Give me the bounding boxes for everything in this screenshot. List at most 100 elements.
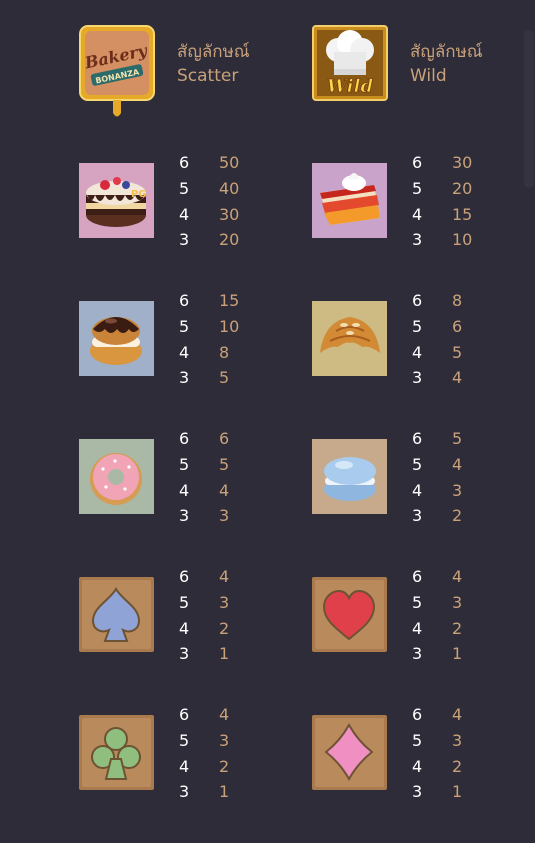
match-count: 4 (412, 757, 423, 776)
match-count: 3 (412, 506, 423, 525)
match-count: 3 (179, 644, 190, 663)
match-count: 5 (179, 593, 190, 612)
payout-value: 10 (452, 230, 473, 249)
payout-value: 5 (452, 429, 463, 448)
match-count: 6 (412, 153, 423, 172)
payout-value: 1 (219, 782, 230, 801)
match-count: 6 (412, 705, 423, 724)
payout-value: 15 (219, 291, 240, 310)
payout-value: 3 (452, 593, 463, 612)
payout-value: 30 (452, 153, 473, 172)
match-count: 6 (179, 153, 190, 172)
cream-puff-icon (79, 301, 154, 376)
match-count: 4 (179, 205, 190, 224)
pie-slice-icon (312, 163, 387, 238)
payout-value: 6 (452, 317, 463, 336)
payout-value: 10 (219, 317, 240, 336)
scrollbar[interactable] (524, 30, 534, 188)
match-count: 3 (412, 782, 423, 801)
payout-value: 8 (452, 291, 463, 310)
match-count: 3 (179, 368, 190, 387)
payout-value: 4 (452, 705, 463, 724)
match-count: 6 (179, 429, 190, 448)
payout-value: 4 (452, 455, 463, 474)
payout-value: 2 (452, 619, 463, 638)
payout-value: 4 (219, 705, 230, 724)
bakery-bonanza-scatter-icon: Bakery BONANZA (79, 25, 155, 120)
spade-icon (79, 577, 154, 652)
payout-value: 8 (219, 343, 230, 362)
match-count: 3 (179, 506, 190, 525)
match-count: 6 (412, 291, 423, 310)
diamond-icon (312, 715, 387, 790)
payout-value: 2 (219, 619, 230, 638)
payout-value: 2 (219, 757, 230, 776)
payout-value: 3 (219, 593, 230, 612)
match-count: 4 (412, 343, 423, 362)
match-count: 4 (179, 481, 190, 500)
match-count: 4 (179, 343, 190, 362)
match-count: 4 (179, 757, 190, 776)
match-count: 4 (412, 619, 423, 638)
svg-text:Wild: Wild (327, 76, 374, 97)
payout-value: 1 (452, 644, 463, 663)
match-count: 5 (179, 455, 190, 474)
match-count: 5 (412, 593, 423, 612)
match-count: 6 (412, 429, 423, 448)
payout-value: 3 (452, 481, 463, 500)
match-count: 3 (179, 230, 190, 249)
payout-value: 4 (219, 481, 230, 500)
match-count: 5 (412, 731, 423, 750)
payout-value: 15 (452, 205, 473, 224)
payout-value: 1 (452, 782, 463, 801)
match-count: 3 (412, 644, 423, 663)
match-count: 5 (412, 455, 423, 474)
payout-value: 20 (219, 230, 240, 249)
scatter-label-en: Scatter (177, 66, 239, 86)
match-count: 3 (412, 368, 423, 387)
match-count: 4 (179, 619, 190, 638)
match-count: 5 (179, 317, 190, 336)
payout-value: 40 (219, 179, 240, 198)
wild-label-en: Wild (410, 66, 447, 86)
payout-value: 5 (452, 343, 463, 362)
match-count: 3 (179, 782, 190, 801)
payout-value: 6 (219, 429, 230, 448)
match-count: 3 (412, 230, 423, 249)
payout-value: 50 (219, 153, 240, 172)
croissant-icon (312, 301, 387, 376)
payout-value: 20 (452, 179, 473, 198)
club-icon (79, 715, 154, 790)
heart-icon (312, 577, 387, 652)
wild-label: สัญลักษณ์ Wild (410, 40, 483, 88)
match-count: 5 (412, 317, 423, 336)
payout-value: 2 (452, 506, 463, 525)
payout-value: 5 (219, 368, 230, 387)
scatter-label: สัญลักษณ์ Scatter (177, 40, 250, 88)
match-count: 6 (412, 567, 423, 586)
payout-value: 3 (219, 506, 230, 525)
payout-value: 5 (219, 455, 230, 474)
donut-icon (79, 439, 154, 514)
macaron-icon (312, 439, 387, 514)
match-count: 4 (412, 205, 423, 224)
payout-value: 1 (219, 644, 230, 663)
match-count: 6 (179, 291, 190, 310)
match-count: 5 (179, 731, 190, 750)
scatter-label-th: สัญลักษณ์ (177, 42, 250, 62)
payout-value: 4 (452, 567, 463, 586)
svg-text:PG: PG (131, 189, 147, 200)
payout-value: 4 (219, 567, 230, 586)
match-count: 6 (179, 705, 190, 724)
match-count: 5 (412, 179, 423, 198)
wild-chef-hat-icon: Wild (312, 25, 388, 101)
match-count: 6 (179, 567, 190, 586)
match-count: 4 (412, 481, 423, 500)
payout-value: 3 (219, 731, 230, 750)
match-count: 5 (179, 179, 190, 198)
payout-value: 2 (452, 757, 463, 776)
payout-value: 3 (452, 731, 463, 750)
layer-cake-icon: PG (79, 163, 154, 238)
wild-label-th: สัญลักษณ์ (410, 42, 483, 62)
payout-value: 30 (219, 205, 240, 224)
